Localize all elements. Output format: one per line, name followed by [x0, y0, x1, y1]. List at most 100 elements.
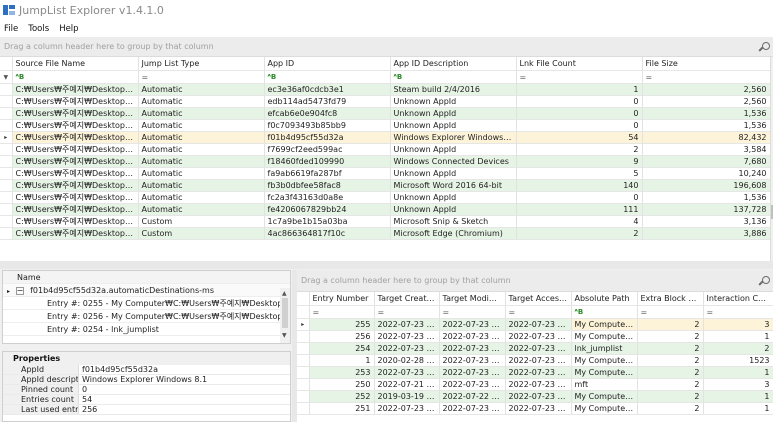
row-indicator[interactable]: [0, 119, 13, 132]
cell-app-id[interactable]: 4ac866364817f10c: [264, 227, 391, 240]
column-header-app-id-desc[interactable]: App ID Description: [390, 57, 517, 71]
cell-target-accessed[interactable]: 2022-07-23 16...: [505, 318, 572, 331]
row-indicator[interactable]: [0, 143, 13, 156]
table-row[interactable]: C:₩Users₩주예지₩Desktop₩Ink...Automaticec3e…: [0, 83, 770, 96]
cell-app-id-desc[interactable]: Unknown AppId: [390, 119, 517, 132]
cell-target-created[interactable]: 2022-07-23 16...: [374, 330, 440, 343]
cell-target-created[interactable]: 2020-02-28 08...: [374, 354, 440, 367]
cell-source-file[interactable]: C:₩Users₩주예지₩Desktop₩Ink...: [12, 131, 139, 144]
cell-lnk-count[interactable]: 2: [516, 143, 643, 156]
horizontal-splitter[interactable]: [0, 261, 773, 269]
cell-app-id[interactable]: fc2a3f43163d0a8e: [264, 191, 391, 204]
entries-grid[interactable]: Entry Number Target Create... Target Mod…: [297, 292, 773, 422]
top-group-panel[interactable]: Drag a column header here to group by th…: [0, 37, 773, 57]
cell-entry-number[interactable]: 256: [309, 330, 375, 343]
table-row[interactable]: C:₩Users₩주예지₩Desktop₩Ink...Automaticfb3b…: [0, 179, 770, 192]
cell-target-created[interactable]: 2022-07-23 16...: [374, 318, 440, 331]
cell-lnk-count[interactable]: 0: [516, 107, 643, 120]
table-row[interactable]: C:₩Users₩주예지₩Desktop₩Ink...Automaticf184…: [0, 155, 770, 168]
cell-source-file[interactable]: C:₩Users₩주예지₩Desktop₩Ink...: [12, 191, 139, 204]
cell-source-file[interactable]: C:₩Users₩주예지₩Desktop₩Ink...: [12, 107, 139, 120]
cell-lnk-count[interactable]: 0: [516, 119, 643, 132]
cell-lnk-count[interactable]: 1: [516, 83, 643, 96]
table-row[interactable]: 253 2022-07-23 09... 2022-07-23 09... 2022-…: [297, 366, 773, 379]
cell-file-size[interactable]: 1,536: [642, 191, 770, 204]
cell-file-size[interactable]: 7,680: [642, 155, 770, 168]
filter-file-size[interactable]: =: [642, 70, 770, 84]
cell-lnk-count[interactable]: 2: [516, 227, 643, 240]
cell-file-size[interactable]: 196,608: [642, 179, 770, 192]
cell-jumplist-type[interactable]: Custom: [138, 215, 265, 228]
cell-target-modified[interactable]: 2022-07-23 16...: [439, 318, 506, 331]
cell-target-accessed[interactable]: 2022-07-23 08...: [505, 402, 572, 415]
cell-extra-block[interactable]: 2: [637, 354, 704, 367]
row-indicator[interactable]: [297, 342, 310, 355]
cell-jumplist-type[interactable]: Automatic: [138, 83, 265, 96]
entry-filter-3[interactable]: =: [505, 305, 572, 319]
cell-target-accessed[interactable]: 2022-07-23 16...: [505, 342, 572, 355]
cell-interaction-count[interactable]: 1: [703, 390, 773, 403]
cell-extra-block[interactable]: 2: [637, 390, 704, 403]
filter-source-file[interactable]: ᴬB: [12, 70, 139, 84]
cell-source-file[interactable]: C:₩Users₩주예지₩Desktop₩Ink...: [12, 119, 139, 132]
cell-interaction-count[interactable]: 2: [703, 342, 773, 355]
cell-target-accessed[interactable]: 2022-07-23 16...: [505, 330, 572, 343]
cell-target-created[interactable]: 2022-07-23 15...: [374, 342, 440, 355]
cell-lnk-count[interactable]: 5: [516, 167, 643, 180]
cell-file-size[interactable]: 2,560: [642, 95, 770, 108]
table-row[interactable]: C:₩Users₩주예지₩Desktop₩Ink...Automaticedb1…: [0, 95, 770, 108]
cell-target-accessed[interactable]: 2022-07-23 15...: [505, 354, 572, 367]
column-header-absolute-path[interactable]: Absolute Path: [571, 292, 638, 306]
cell-app-id[interactable]: f01b4d95cf55d32a: [264, 131, 391, 144]
table-row[interactable]: 251 2022-07-23 08... 2022-07-23 08... 2022-…: [297, 402, 773, 415]
tree-scroll-down-icon[interactable]: ▼: [282, 332, 287, 339]
entry-group-panel[interactable]: Drag a column header here to group by th…: [297, 270, 773, 292]
row-indicator[interactable]: [0, 203, 13, 216]
cell-file-size[interactable]: 10,240: [642, 167, 770, 180]
cell-target-created[interactable]: 2022-07-21 14...: [374, 378, 440, 391]
row-indicator[interactable]: [0, 95, 13, 108]
row-indicator[interactable]: [297, 402, 310, 415]
cell-source-file[interactable]: C:₩Users₩주예지₩Desktop₩Ink...: [12, 179, 139, 192]
jumplist-grid[interactable]: Source File Name Jump List Type App ID A…: [0, 57, 770, 261]
entry-filter-2[interactable]: =: [439, 305, 506, 319]
cell-target-modified[interactable]: 2022-07-23 09...: [439, 378, 506, 391]
cell-interaction-count[interactable]: 1: [703, 366, 773, 379]
cell-lnk-count[interactable]: 9: [516, 155, 643, 168]
cell-app-id-desc[interactable]: Unknown AppId: [390, 95, 517, 108]
property-row[interactable]: Last used entry...256: [3, 405, 290, 415]
cell-absolute-path[interactable]: mft: [571, 378, 638, 391]
cell-lnk-count[interactable]: 54: [516, 131, 643, 144]
cell-app-id-desc[interactable]: Unknown AppId: [390, 203, 517, 216]
row-indicator[interactable]: [297, 354, 310, 367]
cell-source-file[interactable]: C:₩Users₩주예지₩Desktop₩Ink...: [12, 155, 139, 168]
tree-scrollbar[interactable]: ▲ ▼: [280, 288, 290, 343]
cell-jumplist-type[interactable]: Automatic: [138, 143, 265, 156]
column-header-lnk-count[interactable]: Lnk File Count: [516, 57, 643, 71]
filter-lnk-count[interactable]: =: [516, 70, 643, 84]
cell-app-id-desc[interactable]: Microsoft Word 2016 64-bit: [390, 179, 517, 192]
table-row[interactable]: ▸ 255 2022-07-23 16... 2022-07-23 16... 2022…: [297, 318, 773, 331]
tree-entry-item[interactable]: Entry #: 0256 - My Computer₩C:₩Users₩주예지…: [3, 310, 290, 323]
menu-tools[interactable]: Tools: [28, 24, 49, 34]
cell-target-created[interactable]: 2022-07-23 09...: [374, 366, 440, 379]
cell-absolute-path[interactable]: My Computer...: [571, 330, 638, 343]
entry-search-icon[interactable]: [758, 276, 771, 288]
cell-source-file[interactable]: C:₩Users₩주예지₩Desktop₩Ink...: [12, 143, 139, 156]
tree-header[interactable]: Name: [3, 271, 290, 284]
cell-app-id-desc[interactable]: Windows Explorer Windows 8.1: [390, 131, 517, 144]
menu-help[interactable]: Help: [59, 24, 78, 34]
filter-app-id[interactable]: ᴬB: [264, 70, 391, 84]
table-row[interactable]: C:₩Users₩주예지₩Desktop₩Ink...Automaticefca…: [0, 107, 770, 120]
cell-extra-block[interactable]: 2: [637, 318, 704, 331]
cell-lnk-count[interactable]: 140: [516, 179, 643, 192]
cell-target-modified[interactable]: 2022-07-23 09...: [439, 366, 506, 379]
cell-entry-number[interactable]: 255: [309, 318, 375, 331]
cell-app-id[interactable]: fe4206067829bb24: [264, 203, 391, 216]
cell-jumplist-type[interactable]: Automatic: [138, 95, 265, 108]
column-header-extra-block[interactable]: Extra Block Co...: [637, 292, 704, 306]
cell-source-file[interactable]: C:₩Users₩주예지₩Desktop₩Ink...: [12, 95, 139, 108]
row-indicator[interactable]: [0, 155, 13, 168]
tree-entry-item[interactable]: Entry #: 0254 - lnk_jumplist: [3, 323, 290, 336]
current-row-indicator-icon[interactable]: ▸: [0, 131, 13, 144]
